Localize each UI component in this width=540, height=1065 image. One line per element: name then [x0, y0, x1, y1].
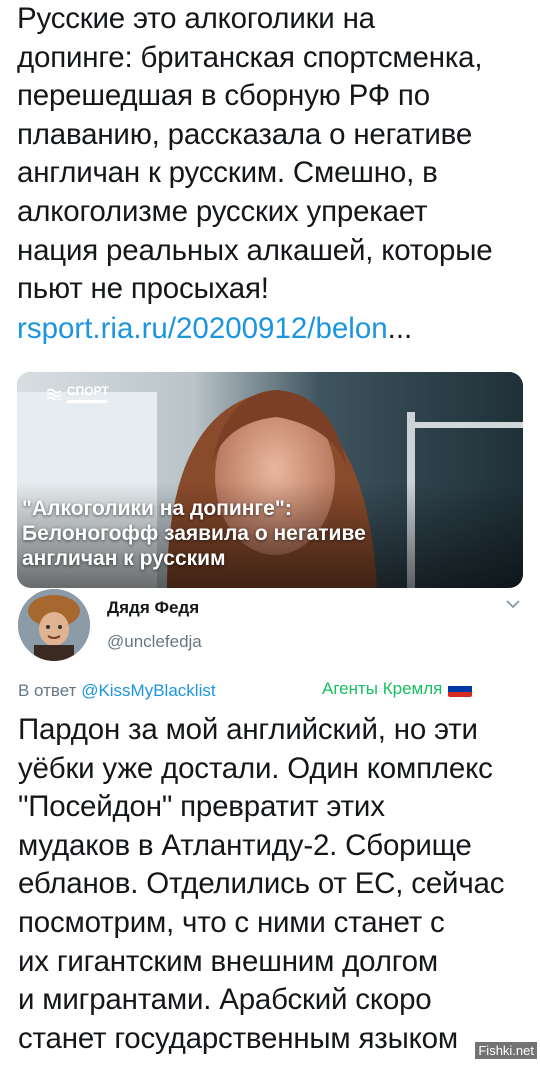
- chevron-down-icon[interactable]: [506, 599, 520, 609]
- tweet-line: нация реальных алкашей, которые: [17, 233, 493, 267]
- reply-line: уёбки уже достали. Один комплекс: [18, 751, 493, 785]
- article-link-url[interactable]: rsport.ria.ru/20200912/belon: [17, 312, 388, 345]
- sport-logo-text: СПОРТ: [67, 384, 109, 398]
- card-headline: "Алкоголики на допинге": Белоногофф заяв…: [22, 496, 512, 571]
- card-headline-line: англичан к русским: [22, 547, 226, 570]
- location-text: Агенты Кремля: [322, 679, 443, 698]
- sport-logo: СПОРТ: [46, 384, 109, 403]
- tweet-line: алкоголизме русских упрекает: [17, 194, 428, 228]
- watermark: Fishki.net: [475, 1042, 537, 1059]
- tweet-line: перешедшая в сборную РФ по: [17, 79, 430, 113]
- reply-line: их гигантским внешним долгом: [18, 944, 438, 978]
- reply-line: мудаков в Атлантиду-2. Сборище: [18, 828, 472, 862]
- card-headline-line: Белоногофф заявила о негативе: [22, 522, 366, 545]
- avatar-image: [18, 589, 90, 661]
- card-headline-line: "Алкоголики на допинге":: [22, 497, 292, 520]
- sport-wave-icon: [46, 388, 62, 400]
- reply-context: В ответ @KissMyBlacklist: [18, 681, 216, 701]
- reply-line: станет государственным языком: [18, 1021, 458, 1055]
- reply-author-handle[interactable]: @unclefedja: [107, 632, 202, 652]
- reply-line: и мигрантами. Арабский скоро: [18, 983, 432, 1017]
- reply-line: "Посейдон" превратит этих: [18, 790, 385, 824]
- reply-author-name[interactable]: Дядя Федя: [107, 598, 199, 618]
- reply-line: посмотрим, что с ними станет с: [18, 905, 445, 939]
- reply-line: ебланов. Отделились от ЕС, сейчас: [18, 867, 505, 901]
- reply-mention-link[interactable]: @KissMyBlacklist: [81, 681, 215, 700]
- article-link[interactable]: rsport.ria.ru/20200912/belon...: [17, 312, 412, 346]
- link-ellipsis: ...: [387, 312, 413, 345]
- reply-text: Пардон за мой английский, но эти уёбки у…: [18, 711, 528, 1058]
- tweet-line: англичан к русским. Смешно, в: [17, 156, 438, 190]
- avatar[interactable]: [18, 589, 90, 661]
- tweet-text: Русские это алкоголики на допинге: брита…: [17, 0, 532, 309]
- tweet-line: Русские это алкоголики на: [17, 2, 375, 35]
- tweet-line: пьют не просыхая!: [17, 272, 269, 306]
- reply-line: Пардон за мой английский, но эти: [18, 713, 478, 746]
- reply-prefix: В ответ: [18, 681, 77, 700]
- russia-flag-icon: [448, 681, 473, 697]
- tweet-line: плаванию, рассказала о негативе: [17, 117, 473, 151]
- tweet-line: допинге: британская спортсменка,: [17, 40, 483, 74]
- user-location: Агенты Кремля: [322, 679, 473, 699]
